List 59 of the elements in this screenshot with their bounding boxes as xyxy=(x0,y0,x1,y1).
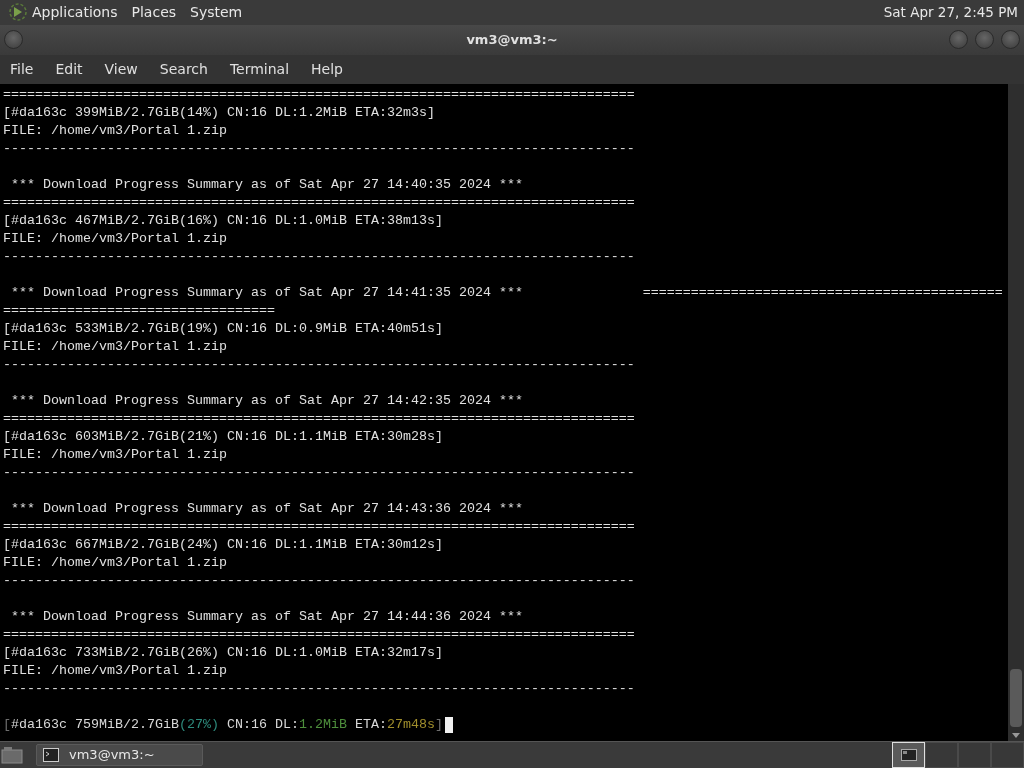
terminal-line: [#da163c 733MiB/2.7GiB(26%) CN:16 DL:1.0MiB ETA:32m17s] xyxy=(2,643,443,662)
terminal-line: [#da163c 603MiB/2.7GiB(21%) CN:16 DL:1.1MiB ETA:30m28s] xyxy=(2,427,443,446)
menu-item[interactable]: Help xyxy=(311,61,343,78)
terminal-line: ================================== xyxy=(2,301,275,320)
window-thumbnail-icon xyxy=(900,749,917,761)
menu-item[interactable]: File xyxy=(10,61,34,78)
menu-item[interactable]: Terminal xyxy=(229,61,290,78)
terminal-line: *** Download Progress Summary as of Sat Apr 27 14:44:36 2024 *** xyxy=(10,607,523,626)
terminal-line: FILE: /home/vm3/Portal 1.zip xyxy=(2,661,227,680)
terminal-icon xyxy=(43,748,59,762)
terminal-line: FILE: /home/vm3/Portal 1.zip xyxy=(2,445,227,464)
terminal-line: ------------------------------------------------------------------------------- xyxy=(2,139,635,158)
desktop-icon[interactable] xyxy=(1,745,23,765)
terminal-line: FILE: /home/vm3/Portal 1.zip xyxy=(2,229,227,248)
terminal-line: *** Download Progress Summary as of Sat Apr 27 14:41:35 2024 *** ============================================= xyxy=(10,283,1003,302)
terminal-text: ] xyxy=(434,715,443,734)
panel-menu[interactable]: System xyxy=(190,4,243,21)
terminal-line: [#da163c 467MiB/2.7GiB(16%) CN:16 DL:1.0MiB ETA:38m13s] xyxy=(2,211,443,230)
terminal-line: *** Download Progress Summary as of Sat Apr 27 14:42:35 2024 *** xyxy=(10,391,523,410)
terminal-line: FILE: /home/vm3/Portal 1.zip xyxy=(2,121,227,140)
scrollbar-thumb[interactable] xyxy=(1010,668,1022,727)
terminal-line: [#da163c 399MiB/2.7GiB(14%) CN:16 DL:1.2MiB ETA:32m3s] xyxy=(2,103,435,122)
terminal-line: FILE: /home/vm3/Portal 1.zip xyxy=(2,553,227,572)
terminal-line: ------------------------------------------------------------------------------- xyxy=(2,463,635,482)
panel-menu[interactable]: Applications xyxy=(32,4,118,21)
terminal-line: ------------------------------------------------------------------------------- xyxy=(2,247,635,266)
window-menu-button[interactable] xyxy=(4,30,23,50)
clock[interactable]: Sat Apr 27, 2:45 PM xyxy=(883,4,1018,21)
terminal-text: CN:16 DL: xyxy=(225,715,299,734)
scrollbar[interactable] xyxy=(1008,83,1024,741)
terminal-line: FILE: /home/vm3/Portal 1.zip xyxy=(2,337,227,356)
terminal-line: =============================================================================== xyxy=(2,193,635,212)
terminal-line: [#da163c 533MiB/2.7GiB(19%) CN:16 DL:0.9MiB ETA:40m51s] xyxy=(2,319,443,338)
terminal-text: [ xyxy=(3,715,11,734)
close-button[interactable] xyxy=(1001,30,1020,50)
terminal-text: 1.2MiB xyxy=(298,715,347,734)
terminal-line: =============================================================================== xyxy=(2,409,635,428)
terminal-line: =============================================================================== xyxy=(2,517,635,536)
terminal-text: (27%) xyxy=(178,715,219,734)
terminal-line: *** Download Progress Summary as of Sat Apr 27 14:40:35 2024 *** xyxy=(10,175,523,194)
terminal-line: ------------------------------------------------------------------------------- xyxy=(2,355,635,374)
terminal-line: =============================================================================== xyxy=(2,625,635,644)
terminal-line: *** Download Progress Summary as of Sat Apr 27 14:43:36 2024 *** xyxy=(10,499,523,518)
logo-icon[interactable] xyxy=(8,2,28,23)
terminal-line: ------------------------------------------------------------------------------- xyxy=(2,571,635,590)
terminal-text: #da163c 759MiB/2.7GiB xyxy=(11,715,179,734)
maximize-button[interactable] xyxy=(975,30,994,50)
terminal-line: =============================================================================== xyxy=(2,85,635,104)
task-button[interactable]: vm3@vm3:~ xyxy=(36,744,203,766)
terminal-line: [#da163c 667MiB/2.7GiB(24%) CN:16 DL:1.1MiB ETA:30m12s] xyxy=(2,535,443,554)
panel-menu[interactable]: Places xyxy=(131,4,177,21)
window-title: vm3@vm3:~ xyxy=(466,32,558,48)
minimize-button[interactable] xyxy=(949,30,968,50)
terminal-text: ETA: xyxy=(353,715,387,734)
menu-item[interactable]: Search xyxy=(159,61,208,78)
menu-item[interactable]: View xyxy=(104,61,138,78)
menu-item[interactable]: Edit xyxy=(55,61,83,78)
terminal-line: ------------------------------------------------------------------------------- xyxy=(2,679,635,698)
terminal-text: 27m48s xyxy=(386,715,435,734)
